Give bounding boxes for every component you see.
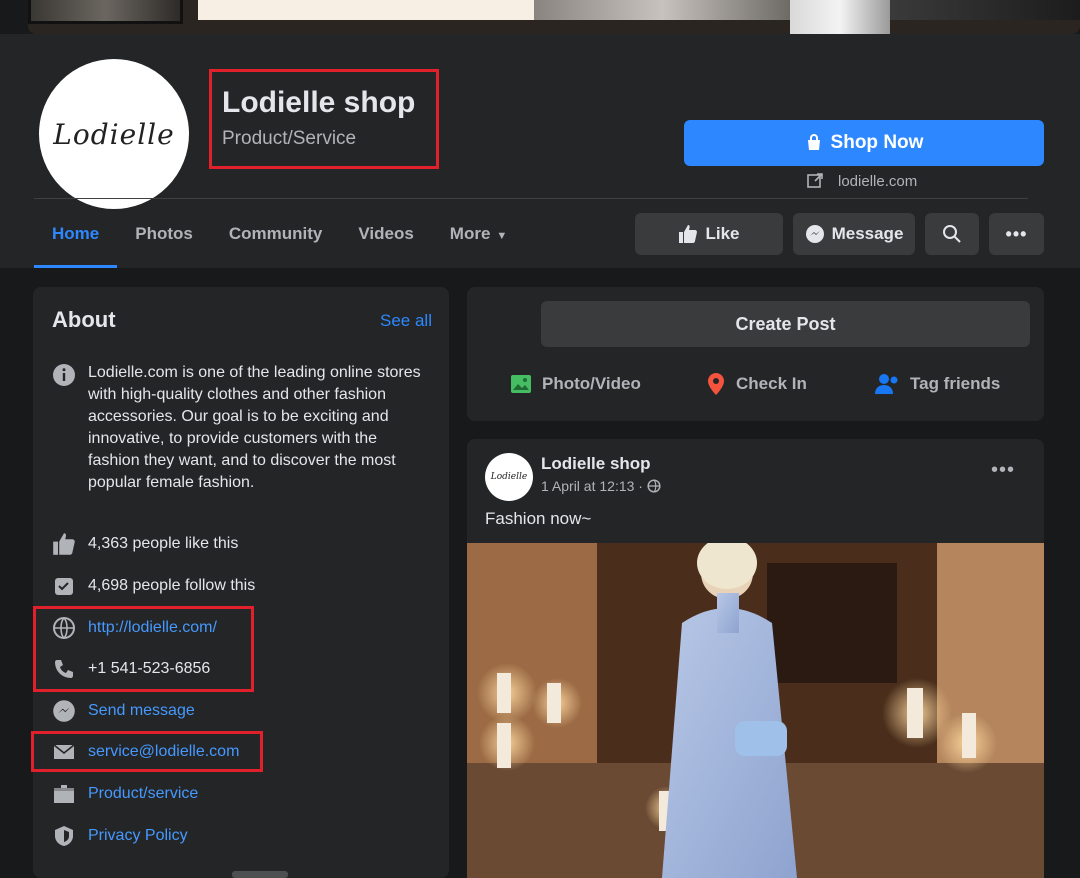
like-button[interactable]: Like: [635, 213, 783, 255]
more-icon: •••: [1005, 223, 1028, 244]
profile-logo-text: Lodielle: [53, 117, 175, 151]
location-pin-icon: [708, 373, 724, 395]
cover-photo-segment: [198, 0, 534, 20]
tab-community-label: Community: [228, 224, 323, 243]
likes-row: 4,363 people like this: [52, 532, 238, 556]
photo-video-label: Photo/Video: [542, 374, 641, 393]
thumbs-up-icon: [679, 225, 698, 243]
about-card: About See all Lodielle.com is one of the…: [31, 287, 449, 878]
website-row[interactable]: http://lodielle.com/: [52, 616, 217, 640]
more-options-button[interactable]: •••: [989, 213, 1044, 255]
post-photo-illustration: [467, 543, 1044, 878]
phone-number[interactable]: +1 541-523-6856: [88, 660, 210, 678]
info-icon: [52, 363, 76, 392]
tab-videos-label: Videos: [358, 224, 414, 243]
tab-videos[interactable]: Videos: [340, 212, 431, 268]
send-message-link[interactable]: Send message: [88, 702, 195, 720]
briefcase-icon: [52, 782, 76, 806]
caret-down-icon: ▼: [496, 230, 508, 242]
about-title: About: [52, 307, 116, 332]
post-author-avatar[interactable]: Lodielle: [485, 453, 533, 501]
create-post-button[interactable]: Create Post: [541, 301, 1030, 347]
photo-icon: [511, 375, 531, 393]
search-button[interactable]: [925, 213, 979, 255]
like-label: Like: [705, 224, 740, 243]
globe-icon: [52, 616, 76, 640]
post-avatar-text: Lodielle: [490, 472, 528, 482]
website-link-label: lodielle.com: [838, 172, 918, 190]
cover-photo-segment: [28, 0, 183, 24]
message-label: Message: [831, 224, 904, 243]
horizontal-scrollbar[interactable]: [232, 871, 288, 878]
follow-check-icon: [52, 574, 76, 598]
shop-now-button[interactable]: Shop Now: [684, 120, 1044, 166]
tab-photos[interactable]: Photos: [117, 212, 211, 268]
privacy-policy-link[interactable]: Privacy Policy: [88, 827, 188, 845]
search-icon: [943, 225, 961, 243]
tab-more-label: More: [449, 224, 491, 243]
website-link[interactable]: lodielle.com: [806, 172, 917, 190]
post-photo[interactable]: [467, 543, 1044, 878]
tab-community[interactable]: Community: [211, 212, 341, 268]
post-text: Fashion now~: [485, 509, 592, 528]
cover-photo[interactable]: [28, 0, 1080, 34]
thumbs-up-icon: [52, 532, 76, 556]
tab-more[interactable]: More ▼: [432, 212, 526, 268]
post-meta: 1 April at 12:13 ·: [541, 478, 661, 494]
messenger-icon: [52, 699, 76, 723]
messenger-icon: [805, 225, 824, 243]
message-button[interactable]: Message: [793, 213, 915, 255]
shopping-bag-icon: [807, 134, 820, 150]
follows-row: 4,698 people follow this: [52, 574, 255, 598]
shield-icon: [52, 824, 76, 848]
website-url[interactable]: http://lodielle.com/: [88, 619, 217, 637]
cover-photo-segment: [890, 0, 1080, 20]
check-in-label: Check In: [736, 374, 807, 393]
email-row[interactable]: service@lodielle.com: [52, 740, 239, 764]
photo-video-button[interactable]: Photo/Video: [509, 372, 641, 396]
category-row[interactable]: Product/service: [52, 782, 198, 806]
page-tabs: Home Photos Community Videos More ▼: [34, 212, 525, 268]
phone-icon: [52, 657, 76, 681]
category-link[interactable]: Product/service: [88, 785, 198, 803]
email-address[interactable]: service@lodielle.com: [88, 743, 239, 761]
send-message-row[interactable]: Send message: [52, 699, 195, 723]
tag-friends-label: Tag friends: [910, 374, 1001, 393]
about-description: Lodielle.com is one of the leading onlin…: [88, 364, 421, 491]
tag-friends-icon: [875, 374, 898, 394]
check-in-button[interactable]: Check In: [705, 372, 807, 396]
page-header: Lodielle Lodielle shop Product/Service S…: [0, 34, 1080, 268]
privacy-row[interactable]: Privacy Policy: [52, 824, 188, 848]
envelope-icon: [52, 740, 76, 764]
profile-picture[interactable]: Lodielle: [36, 56, 192, 212]
header-divider: [34, 198, 1028, 199]
cover-photo-segment: [790, 0, 890, 34]
tag-friends-button[interactable]: Tag friends: [875, 372, 1000, 396]
post-timestamp[interactable]: 1 April at 12:13 ·: [541, 478, 643, 494]
follows-count: 4,698 people follow this: [88, 577, 256, 594]
create-post-card: Create Post Photo/Video Check In Tag fri…: [467, 287, 1044, 421]
page-category[interactable]: Product/Service: [222, 128, 356, 150]
post-options-icon[interactable]: •••: [991, 459, 1015, 482]
see-all-link[interactable]: See all: [380, 311, 432, 331]
feed-post: Lodielle Lodielle shop 1 April at 12:13 …: [467, 439, 1044, 878]
cover-photo-segment: [534, 0, 790, 20]
phone-row[interactable]: +1 541-523-6856: [52, 657, 210, 681]
external-link-icon: [807, 173, 823, 188]
globe-icon: [647, 479, 661, 493]
likes-count: 4,363 people like this: [88, 535, 239, 552]
tab-home[interactable]: Home: [34, 212, 118, 268]
page-title: Lodielle shop: [222, 86, 416, 119]
tab-photos-label: Photos: [135, 224, 193, 243]
tab-home-label: Home: [52, 224, 100, 243]
shop-now-label: Shop Now: [830, 132, 924, 153]
post-author-name[interactable]: Lodielle shop: [541, 454, 651, 474]
